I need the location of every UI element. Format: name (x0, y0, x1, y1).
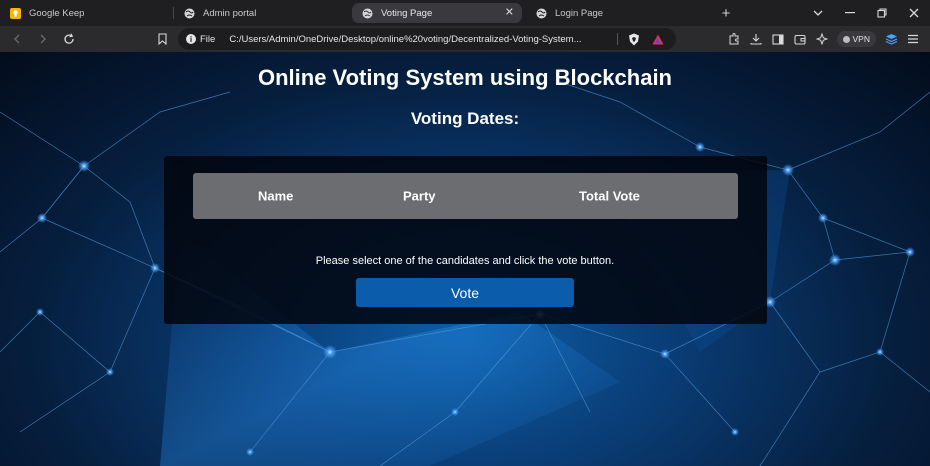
plus-icon: + (721, 4, 731, 22)
tab-title: Login Page (555, 7, 604, 19)
address-divider (617, 33, 619, 45)
info-icon[interactable]: i (186, 34, 196, 44)
vote-button[interactable]: Vote (356, 278, 574, 307)
tab-title: Admin portal (203, 7, 257, 19)
leo-ai-button[interactable] (811, 28, 833, 50)
new-tab-button[interactable]: + (714, 0, 738, 26)
sidebar-icon (771, 33, 784, 45)
url-scheme: File (200, 33, 216, 45)
chevron-down-icon (813, 10, 823, 16)
brave-rewards-icon[interactable] (652, 34, 664, 45)
arrow-left-icon (14, 34, 20, 44)
forward-button[interactable] (32, 28, 54, 50)
restore-icon (877, 8, 887, 18)
hamburger-menu-icon (908, 34, 918, 44)
brave-shields-icon[interactable] (628, 33, 640, 46)
candidate-table-header: Name Party Total Vote (193, 173, 738, 219)
arrow-right-icon (40, 34, 46, 44)
extensions-button[interactable] (723, 28, 745, 50)
close-icon[interactable]: ✕ (505, 7, 514, 19)
column-header-party: Party (403, 188, 436, 204)
tab-search-button[interactable] (802, 0, 834, 26)
globe-icon (362, 8, 373, 19)
downloads-button[interactable] (745, 28, 767, 50)
minimize-button[interactable] (834, 0, 866, 26)
column-header-total-vote: Total Vote (579, 188, 640, 204)
tab-strip: Google Keep Admin portal Voting Page ✕ L… (0, 0, 930, 26)
back-button[interactable] (6, 28, 28, 50)
tab-voting-page[interactable]: Voting Page ✕ (352, 3, 522, 23)
minimize-icon (845, 12, 855, 14)
reload-button[interactable] (58, 28, 80, 50)
reload-icon (64, 33, 74, 44)
vpn-shield-icon (842, 35, 850, 43)
profile-button[interactable] (880, 28, 902, 50)
vpn-label: VPN (852, 34, 870, 44)
puzzle-icon (729, 33, 739, 45)
download-icon (749, 34, 762, 45)
bookmark-icon (157, 33, 167, 45)
tab-google-keep[interactable]: Google Keep (0, 0, 174, 26)
close-icon (909, 8, 919, 18)
browser-toolbar: i File C:/Users/Admin/OneDrive/Desktop/o… (0, 26, 930, 52)
tab-admin-portal[interactable]: Admin portal (174, 0, 348, 26)
wallet-button[interactable] (789, 28, 811, 50)
globe-icon (536, 8, 547, 19)
sparkle-icon (815, 33, 828, 45)
globe-icon (184, 8, 195, 19)
vote-instruction: Please select one of the candidates and … (315, 255, 615, 267)
page-title: Online Voting System using Blockchain (258, 65, 672, 90)
bookmark-button[interactable] (154, 30, 170, 48)
close-window-button[interactable] (898, 0, 930, 26)
tab-title: Voting Page (381, 7, 433, 19)
restore-button[interactable] (866, 0, 898, 26)
vpn-button[interactable]: VPN (836, 31, 876, 47)
window-controls (802, 0, 930, 26)
google-keep-icon (10, 7, 21, 19)
address-bar[interactable]: i File C:/Users/Admin/OneDrive/Desktop/o… (178, 28, 676, 50)
menu-button[interactable] (902, 28, 924, 50)
wallet-icon (793, 34, 806, 45)
page-viewport: Online Voting System using Blockchain Vo… (0, 52, 930, 466)
url-text[interactable]: C:/Users/Admin/OneDrive/Desktop/online%2… (229, 34, 611, 45)
voting-dates-label: Voting Dates: (410, 109, 520, 128)
toolbar-right: VPN (723, 28, 924, 50)
column-header-name: Name (258, 188, 294, 204)
tab-title: Google Keep (29, 7, 85, 19)
layers-icon (885, 34, 897, 45)
tab-login-page[interactable]: Login Page (526, 0, 700, 26)
sidebar-button[interactable] (767, 28, 789, 50)
